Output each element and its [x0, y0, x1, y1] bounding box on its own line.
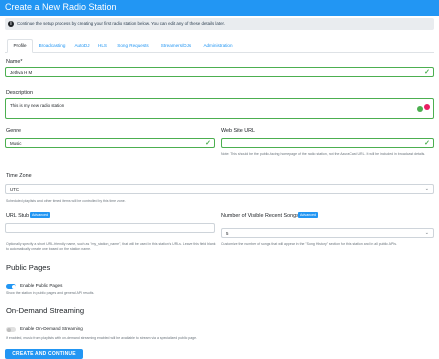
toggle-knob [11, 284, 16, 289]
name-field[interactable]: Jethva H M ✓ [5, 67, 434, 77]
on-demand-help: If enabled, music from playlists with on… [6, 336, 198, 340]
public-pages-help: Show the station in public pages and gen… [6, 291, 95, 295]
info-icon: i [8, 21, 14, 27]
create-and-continue-button[interactable]: CREATE AND CONTINUE [5, 349, 83, 359]
tab-administration[interactable]: Administration [200, 40, 236, 52]
timezone-label: Time Zone [6, 173, 32, 179]
emoji-icon[interactable] [424, 104, 430, 110]
website-help: Note: This should be the public-facing h… [221, 152, 426, 156]
timezone-select[interactable]: UTC ⌄ [5, 184, 434, 194]
recent-songs-label: Number of Visible Recent Songs [221, 213, 299, 219]
on-demand-toggle-label: Enable On-Demand Streaming [20, 326, 83, 331]
public-pages-heading: Public Pages [6, 263, 51, 272]
tab-autodj[interactable]: AutoDJ [71, 40, 93, 52]
recent-songs-value: 5 [226, 231, 229, 236]
page-header: Create a New Radio Station [0, 0, 439, 16]
recent-songs-help: Customize the number of songs that will … [221, 242, 398, 246]
tab-label: Broadcasting [38, 43, 66, 48]
info-banner: i Continue the setup process by creating… [5, 18, 434, 30]
chevron-down-icon: ⌄ [424, 186, 429, 192]
public-pages-toggle-label: Enable Public Pages [20, 283, 63, 288]
tab-streamers-djs[interactable]: Streamers/DJs [157, 40, 195, 52]
timezone-value: UTC [10, 187, 20, 192]
tab-song-requests[interactable]: Song Requests [115, 40, 151, 52]
tab-label: AutoDJ [74, 43, 90, 48]
advanced-badge: Advanced [30, 212, 50, 218]
website-label: Web Site URL [221, 128, 256, 134]
on-demand-heading: On-Demand Streaming [6, 306, 85, 315]
tab-broadcasting[interactable]: Broadcasting [35, 40, 69, 52]
tab-label: Song Requests [117, 43, 149, 48]
description-label: Description [6, 90, 33, 96]
tab-label: Profile [13, 43, 27, 48]
tab-bar: Profile Broadcasting AutoDJ HLS Song Req… [5, 39, 434, 53]
url-stub-label: URL Stub [6, 213, 30, 219]
description-field[interactable]: This is my new radio station [5, 98, 434, 119]
genre-value: Music [10, 141, 22, 146]
tab-label: HLS [98, 43, 107, 48]
url-stub-help: Optionally specify a short URL-friendly … [6, 242, 216, 251]
tab-profile[interactable]: Profile [7, 39, 33, 53]
timezone-help: Scheduled playlists and other timed item… [6, 199, 126, 203]
info-banner-text: Continue the setup process by creating y… [17, 21, 225, 26]
advanced-badge: Advanced [298, 212, 318, 218]
name-label: Name* [6, 59, 23, 65]
tab-label: Administration [203, 43, 233, 48]
description-value: This is my new radio station [10, 103, 65, 108]
genre-label: Genre [6, 128, 21, 134]
recent-songs-select[interactable]: 5 ⌄ [221, 228, 434, 238]
tab-label: Streamers/DJs [160, 43, 192, 48]
check-icon: ✓ [424, 140, 430, 147]
genre-field[interactable]: Music ✓ [5, 138, 215, 148]
name-value: Jethva H M [10, 70, 33, 75]
check-icon: ✓ [205, 140, 211, 147]
website-field[interactable]: ✓ [221, 138, 434, 148]
page-title: Create a New Radio Station [5, 2, 117, 12]
toggle-knob [6, 327, 11, 332]
chevron-down-icon: ⌄ [424, 230, 429, 236]
grammarly-icon[interactable] [417, 106, 423, 112]
public-pages-toggle[interactable] [6, 284, 16, 289]
tab-hls[interactable]: HLS [96, 40, 109, 52]
check-icon: ✓ [424, 69, 430, 76]
url-stub-field[interactable] [5, 223, 215, 233]
on-demand-toggle[interactable] [6, 327, 16, 332]
